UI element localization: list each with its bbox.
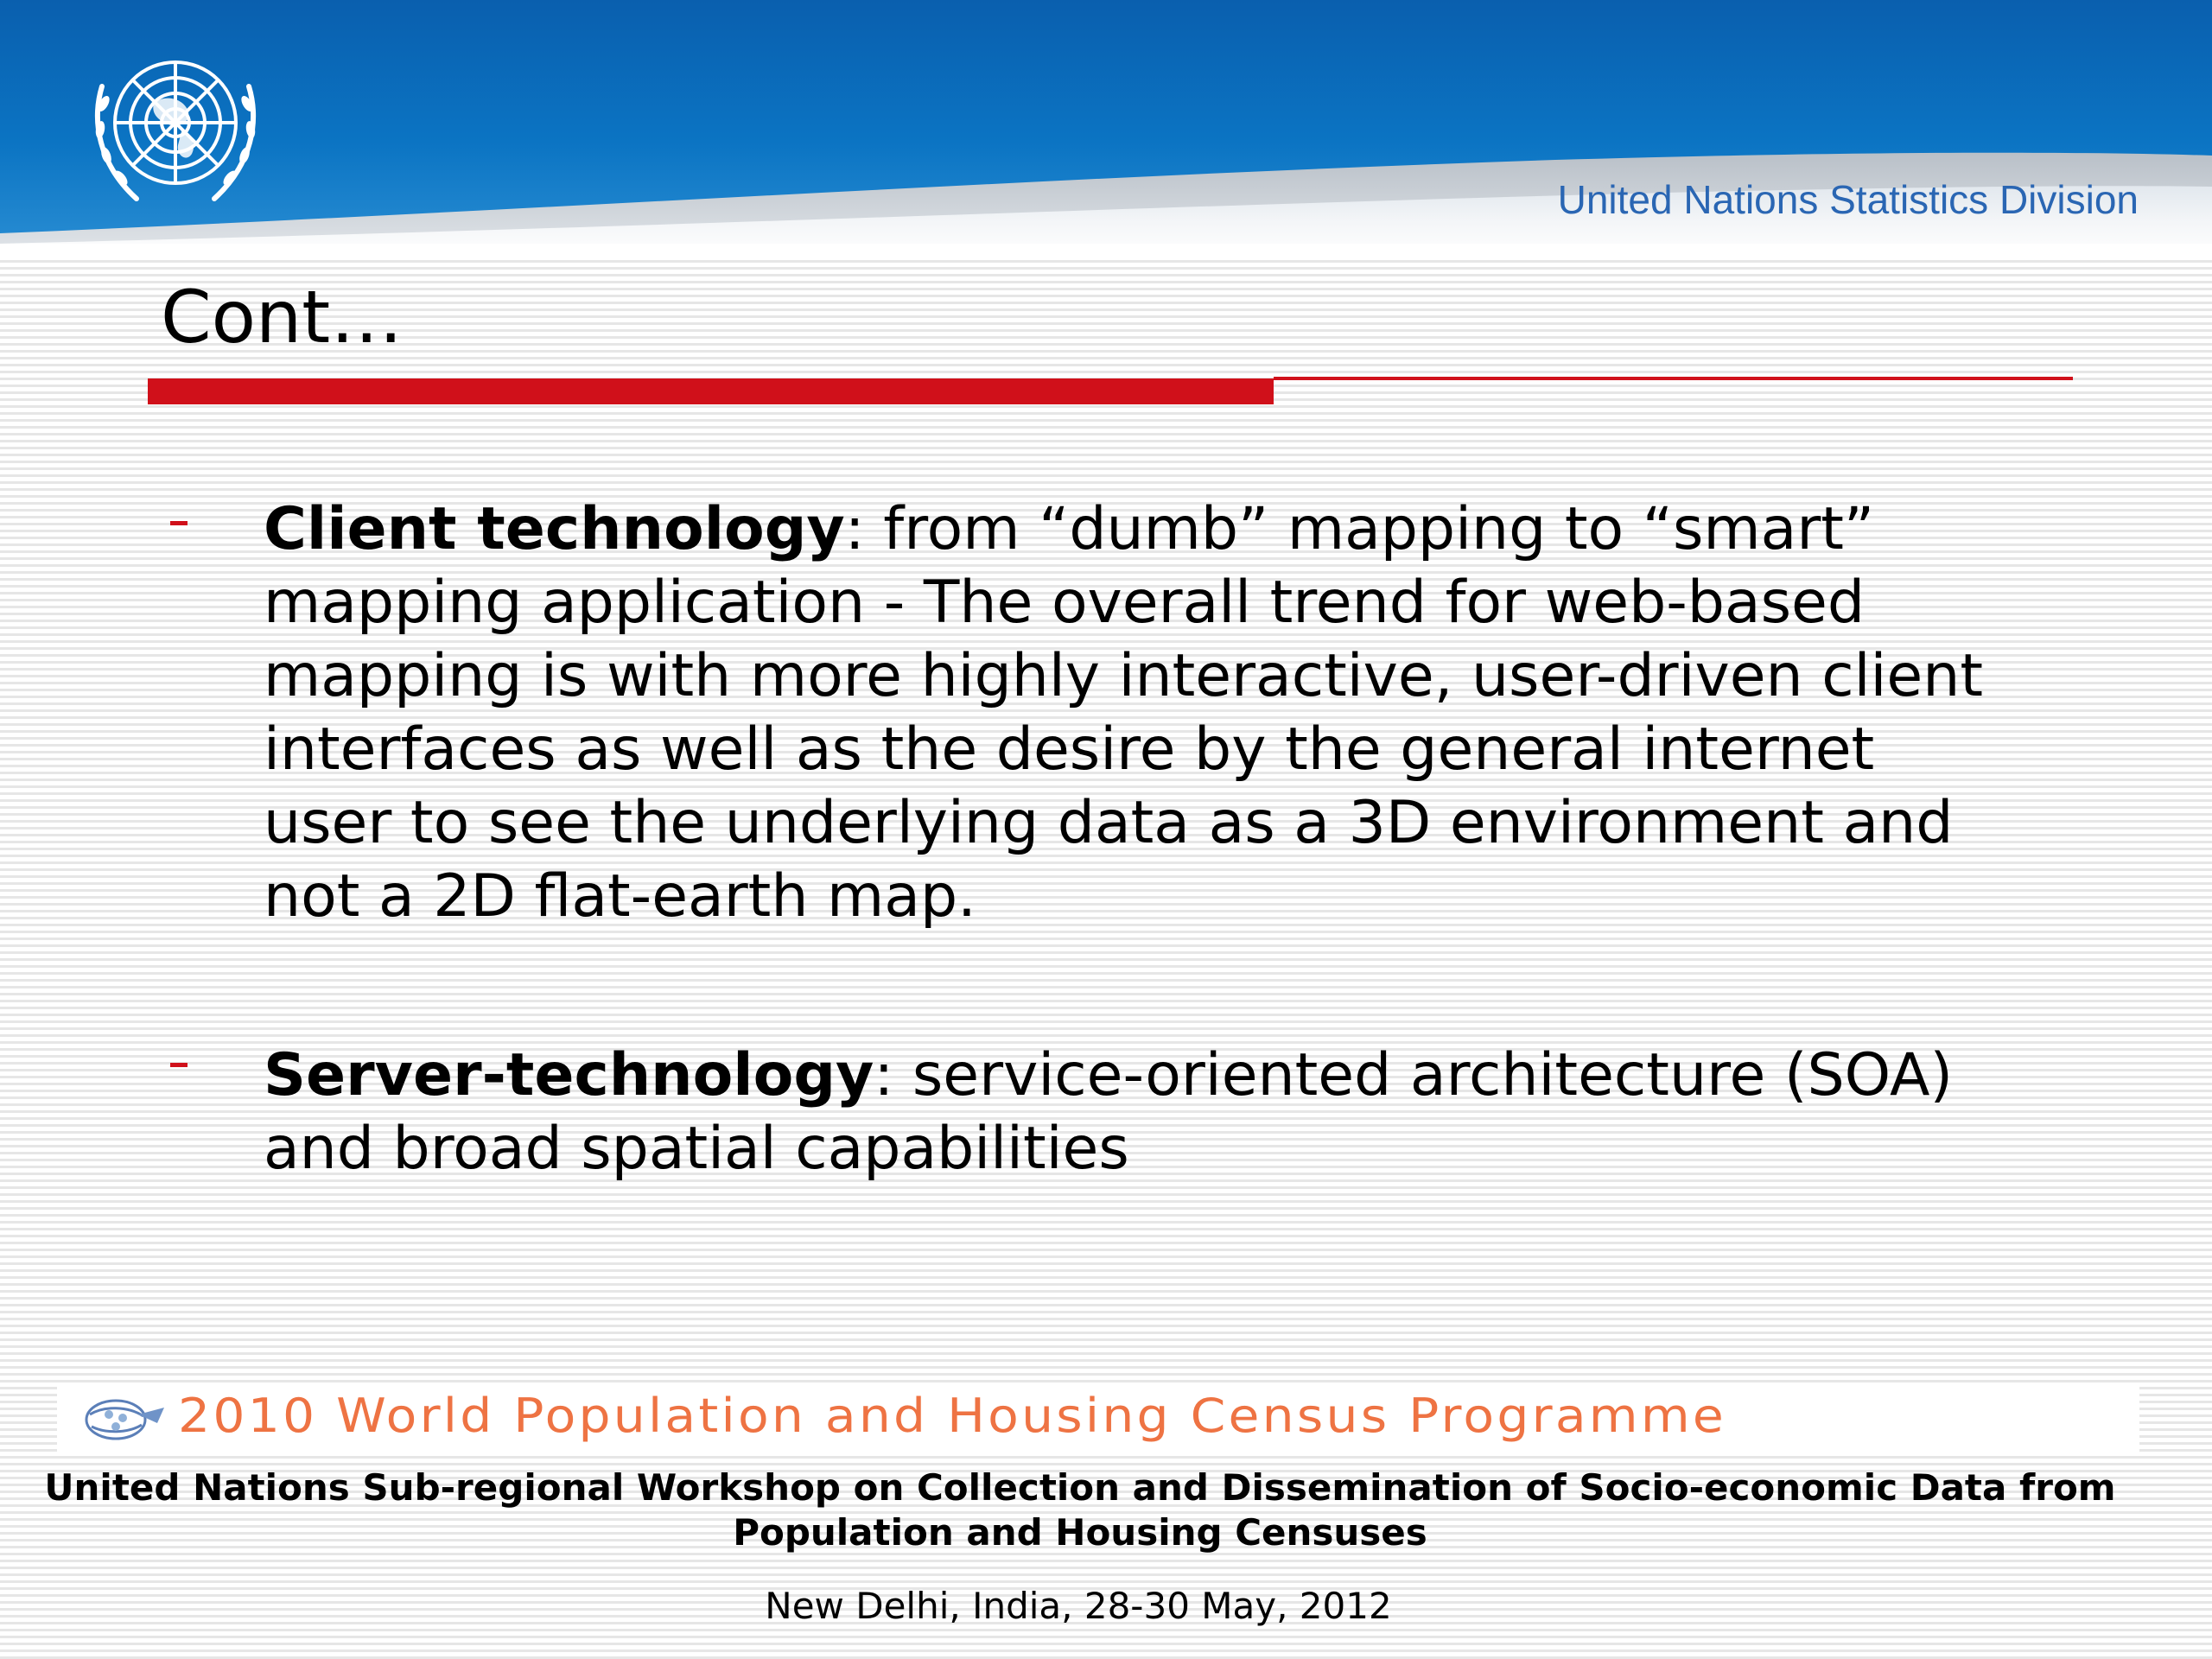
bullet-dash-icon [170, 521, 188, 525]
workshop-place-date: New Delhi, India, 28-30 May, 2012 [765, 1585, 1392, 1627]
census-programme-logo-icon [85, 1399, 164, 1440]
un-emblem-icon [95, 60, 256, 201]
title-underline-thick [148, 378, 1274, 404]
workshop-title: United Nations Sub-regional Workshop on … [44, 1466, 2116, 1554]
bullet-item-client-technology: Client technology: from “dumb” mapping t… [264, 493, 1992, 933]
bullet-dash-icon [170, 1063, 188, 1067]
census-programme-banner: 2010 World Population and Housing Census… [57, 1385, 2139, 1454]
bullet-term: Client technology [264, 495, 845, 563]
slide-title: Cont… [161, 275, 404, 359]
title-underline-thin [1274, 377, 2073, 380]
bullet-item-server-technology: Server-technology: service-oriented arch… [264, 1039, 1992, 1185]
bullet-term: Server-technology [264, 1041, 874, 1109]
organization-name: United Nations Statistics Division [1557, 177, 2139, 222]
census-programme-title: 2010 World Population and Housing Census… [178, 1389, 1727, 1443]
header-banner: United Nations Statistics Division [0, 0, 2212, 259]
